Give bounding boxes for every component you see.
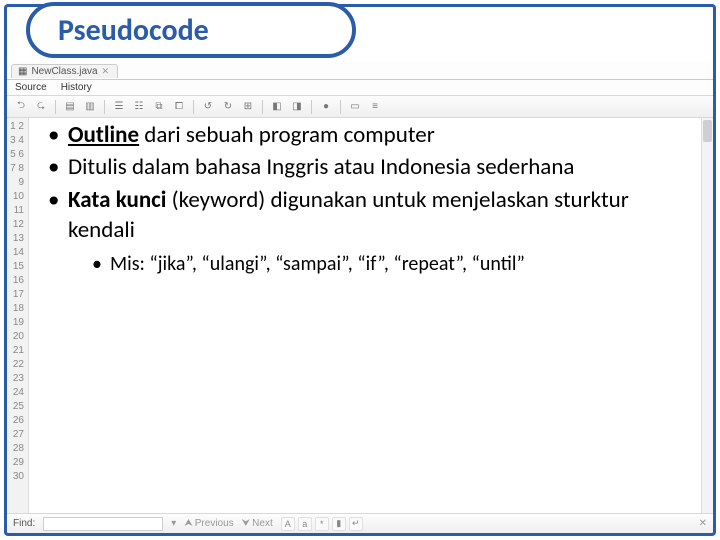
slide-title-text: Pseudocode (58, 12, 209, 49)
slide-title: Pseudocode (26, 2, 356, 58)
tab-history[interactable]: History (61, 82, 92, 93)
bullet-list: Outline dari sebuah program computer Dit… (48, 120, 692, 278)
separator (55, 100, 56, 114)
toolbar-icon[interactable]: ● (318, 99, 334, 115)
find-label: Find: (13, 518, 35, 529)
list-item: Mis: “jika”, “ulangi”, “sampai”, “if”, “… (92, 251, 692, 277)
toolbar-icon[interactable]: ☷ (131, 99, 147, 115)
toolbar-icon[interactable]: ⧉ (151, 99, 167, 115)
separator (311, 100, 312, 114)
toolbar-icon[interactable]: ⊞ (240, 99, 256, 115)
find-next-label: Next (252, 518, 273, 529)
tab-source[interactable]: Source (15, 82, 47, 93)
editor-subtabs: Source History (7, 80, 713, 96)
toolbar-icon[interactable]: ▭ (347, 99, 363, 115)
toolbar-icon[interactable]: ▤ (62, 99, 78, 115)
bullet-text: Mis: “jika”, “ulangi”, “sampai”, “if”, “… (110, 252, 525, 276)
toolbar-icon[interactable]: ⧠ (171, 99, 187, 115)
list-item: Ditulis dalam bahasa Inggris atau Indone… (48, 152, 692, 182)
bullet-strong: Outline (68, 121, 139, 149)
bullet-text: dari sebuah program computer (139, 121, 435, 149)
match-case-icon[interactable]: A (281, 517, 295, 531)
toolbar-icon[interactable]: ≡ (367, 99, 383, 115)
find-next-button[interactable]: ⮟ Next (242, 518, 273, 529)
toolbar-icon[interactable]: ↻ (220, 99, 236, 115)
java-file-icon: ▦ (18, 66, 27, 77)
close-icon[interactable]: ✕ (102, 66, 110, 77)
list-item: Outline dari sebuah program computer (48, 120, 692, 150)
vertical-scrollbar[interactable] (701, 118, 713, 513)
toolbar-icon[interactable]: ◧ (269, 99, 285, 115)
editor-toolbar: ⮌ ⮎ ▤ ▥ ☰ ☷ ⧉ ⧠ ↺ ↻ ⊞ ◧ ◨ ● ▭ ≡ (7, 96, 713, 118)
bullet-strong: Kata kunci (68, 186, 166, 214)
wrap-icon[interactable]: ↵ (349, 517, 363, 531)
close-find-icon[interactable]: ✕ (699, 518, 707, 529)
separator (340, 100, 341, 114)
toolbar-icon[interactable]: ☰ (111, 99, 127, 115)
toolbar-icon[interactable]: ⮌ (13, 99, 29, 115)
sub-bullet-list: Mis: “jika”, “ulangi”, “sampai”, “if”, “… (92, 251, 692, 277)
toolbar-icon[interactable]: ↺ (200, 99, 216, 115)
whole-word-icon[interactable]: a (298, 517, 312, 531)
file-tab[interactable]: ▦ NewClass.java ✕ (11, 64, 118, 78)
highlight-icon[interactable]: ▮ (332, 517, 346, 531)
find-bar: Find: ▾ ⮝ Previous ⮟ Next A a * ▮ ↵ ✕ (7, 513, 713, 533)
list-item: Kata kunci (keyword) digunakan untuk men… (48, 185, 692, 278)
chevron-down-icon[interactable]: ▾ (171, 518, 176, 529)
scrollbar-thumb[interactable] (703, 120, 712, 142)
editor-tabs: ▦ NewClass.java ✕ (7, 62, 713, 80)
toolbar-icon[interactable]: ⮎ (33, 99, 49, 115)
toolbar-icon[interactable]: ▥ (82, 99, 98, 115)
file-tab-label: NewClass.java (31, 66, 97, 77)
find-input[interactable] (43, 517, 163, 531)
find-prev-label: Previous (195, 518, 234, 529)
bullet-text: Ditulis dalam bahasa Inggris atau Indone… (68, 153, 574, 181)
slide-body: Outline dari sebuah program computer Dit… (48, 120, 692, 280)
regex-icon[interactable]: * (315, 517, 329, 531)
separator (104, 100, 105, 114)
line-gutter: 1 2 3 4 5 6 7 8 9 10 11 12 13 14 15 16 1… (7, 118, 29, 513)
find-options: A a * ▮ ↵ (281, 517, 363, 531)
separator (262, 100, 263, 114)
find-prev-button[interactable]: ⮝ Previous (184, 518, 233, 529)
toolbar-icon[interactable]: ◨ (289, 99, 305, 115)
separator (193, 100, 194, 114)
